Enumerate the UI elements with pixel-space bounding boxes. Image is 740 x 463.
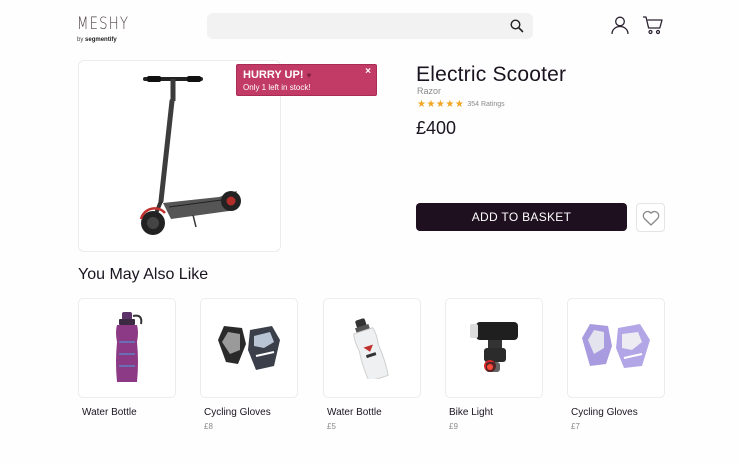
search-icon[interactable] <box>509 18 525 34</box>
product-rating: ★★★★★ 354 Ratings <box>417 98 505 110</box>
card-name: Cycling Gloves <box>571 407 638 418</box>
product-thumbnail[interactable] <box>200 298 298 398</box>
recommendations-heading: You May Also Like <box>78 266 209 283</box>
card-price: £8 <box>204 422 213 431</box>
recommendation-card[interactable]: Cycling Gloves £7 <box>567 298 665 431</box>
card-price: £9 <box>449 422 458 431</box>
promo-text: Only 1 left in stock! <box>243 83 311 92</box>
card-name: Cycling Gloves <box>204 407 271 418</box>
heart-icon: ♥ <box>306 71 312 80</box>
product-price: £400 <box>416 118 457 138</box>
rating-stars: ★★★★★ <box>417 98 465 110</box>
recommendation-card[interactable]: Bike Light £9 <box>445 298 543 431</box>
cycling-gloves-image <box>582 324 650 368</box>
card-name: Water Bottle <box>82 407 137 418</box>
rating-count: 354 Ratings <box>467 100 505 108</box>
card-price: £7 <box>571 422 580 431</box>
wishlist-button[interactable] <box>636 203 665 232</box>
logo-brand: segmentify <box>85 37 117 43</box>
product-thumbnail[interactable] <box>567 298 665 398</box>
product-thumbnail[interactable] <box>78 298 176 398</box>
card-name: Bike Light <box>449 407 493 418</box>
product-brand: Razor <box>417 86 442 96</box>
close-icon[interactable]: × <box>365 66 371 77</box>
recommendation-card[interactable]: Water Bottle <box>78 298 176 422</box>
promo-title: HURRY UP! ♥ <box>243 69 312 81</box>
search-bar[interactable] <box>207 13 533 39</box>
cart-icon[interactable] <box>642 15 664 35</box>
logo-byline: by segmentify <box>77 37 127 43</box>
search-input[interactable] <box>215 17 505 35</box>
brand-logo[interactable]: MESHY by segmentify <box>77 14 130 43</box>
bike-light-image <box>470 322 518 372</box>
add-to-basket-button[interactable]: ADD TO BASKET <box>416 203 627 231</box>
product-title: Electric Scooter <box>416 63 567 86</box>
logo-wordmark: MESHY <box>77 14 130 34</box>
water-bottle-image <box>116 312 143 382</box>
product-thumbnail[interactable] <box>323 298 421 398</box>
recommendation-card[interactable]: Cycling Gloves £8 <box>200 298 298 431</box>
heart-outline-icon <box>642 210 659 226</box>
recommendation-card[interactable]: Water Bottle £5 <box>323 298 421 431</box>
water-bottle-image <box>353 318 389 379</box>
product-thumbnail[interactable] <box>445 298 543 398</box>
card-price: £5 <box>327 422 336 431</box>
stock-alert-popup: HURRY UP! ♥ Only 1 left in stock! × <box>236 64 377 96</box>
user-icon[interactable] <box>610 15 630 35</box>
card-name: Water Bottle <box>327 407 382 418</box>
logo-by: by <box>77 37 84 43</box>
cycling-gloves-image <box>218 326 280 370</box>
